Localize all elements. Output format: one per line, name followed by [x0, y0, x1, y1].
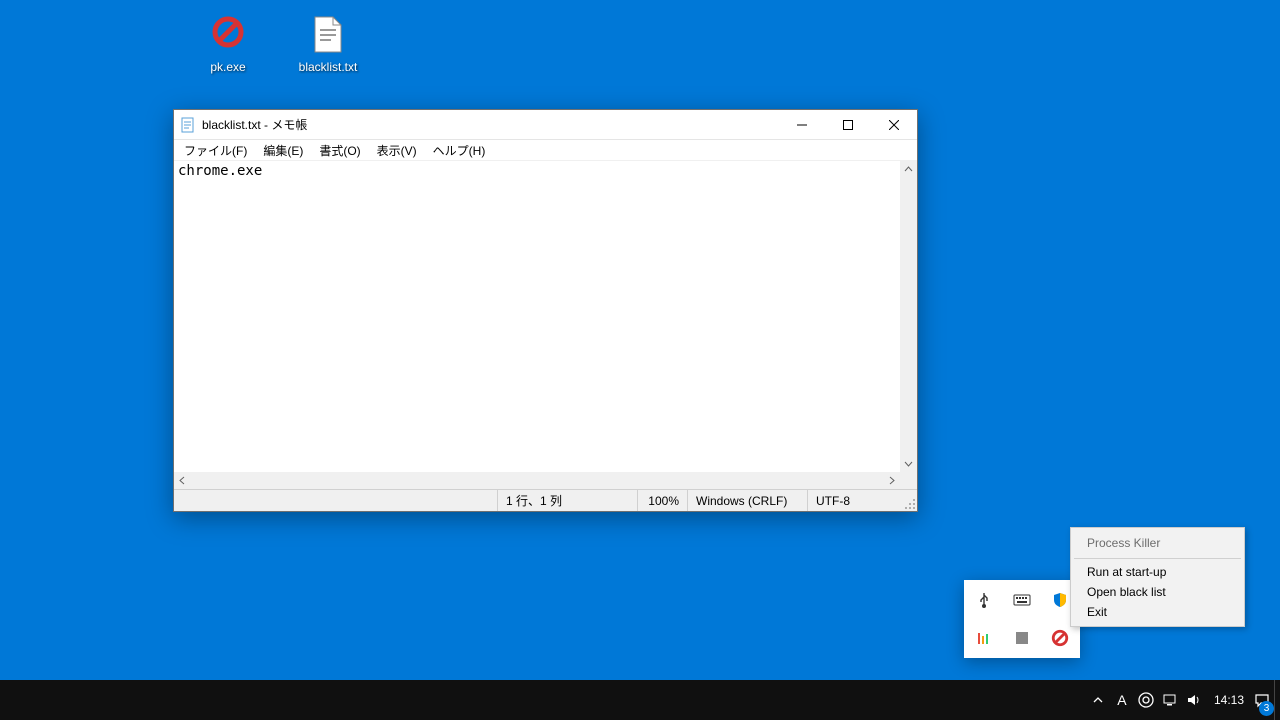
action-center-button[interactable]: 3 [1250, 680, 1274, 720]
context-menu-separator [1074, 558, 1241, 559]
vertical-scrollbar[interactable] [900, 161, 917, 472]
system-tray: A 14:13 3 [1086, 680, 1280, 720]
desktop-icon-pk-exe[interactable]: pk.exe [190, 16, 266, 74]
scroll-right-icon[interactable] [883, 472, 900, 489]
tray-network-icon[interactable] [1158, 680, 1182, 720]
resize-grip-icon[interactable] [904, 498, 916, 510]
chevron-up-icon [1093, 695, 1103, 705]
taskbar-clock[interactable]: 14:13 [1206, 693, 1250, 707]
titlebar[interactable]: blacklist.txt - メモ帳 [174, 110, 917, 140]
tray-usb-icon[interactable] [968, 584, 1000, 616]
notification-badge: 3 [1259, 701, 1274, 716]
horizontal-scrollbar[interactable] [174, 472, 917, 489]
tray-app2-icon[interactable] [1006, 622, 1038, 654]
close-button[interactable] [871, 110, 917, 140]
tray-keyboard-icon[interactable] [1006, 584, 1038, 616]
statusbar: 1 行、1 列 100% Windows (CRLF) UTF-8 [174, 489, 917, 511]
menu-edit[interactable]: 編集(E) [255, 140, 311, 160]
menubar: ファイル(F) 編集(E) 書式(O) 表示(V) ヘルプ(H) [174, 140, 917, 161]
context-menu-exit[interactable]: Exit [1073, 602, 1242, 622]
scroll-up-icon[interactable] [900, 161, 917, 178]
tray-overflow-popup [964, 580, 1080, 658]
status-position: 1 行、1 列 [497, 490, 637, 511]
status-zoom: 100% [637, 490, 687, 511]
desktop-icon-label: pk.exe [190, 60, 266, 74]
scroll-track[interactable] [900, 178, 917, 455]
maximize-button[interactable] [825, 110, 871, 140]
tray-context-menu: Process Killer Run at start-up Open blac… [1070, 527, 1245, 627]
tray-volume-icon[interactable] [1182, 680, 1206, 720]
tray-meet-now-icon[interactable] [1134, 680, 1158, 720]
show-desktop-button[interactable] [1274, 680, 1280, 720]
scroll-track[interactable] [191, 472, 883, 489]
taskbar: A 14:13 3 [0, 680, 1280, 720]
window-title: blacklist.txt - メモ帳 [202, 116, 779, 133]
status-line-ending: Windows (CRLF) [687, 490, 807, 511]
notepad-window: blacklist.txt - メモ帳 ファイル(F) 編集(E) 書式(O) … [173, 109, 918, 512]
editor-area [174, 161, 917, 472]
tray-ime-icon[interactable]: A [1110, 680, 1134, 720]
desktop-icon-label: blacklist.txt [290, 60, 366, 74]
minimize-button[interactable] [779, 110, 825, 140]
menu-format[interactable]: 書式(O) [311, 140, 368, 160]
notepad-icon [180, 117, 196, 133]
desktop-icon-blacklist-txt[interactable]: blacklist.txt [290, 16, 366, 74]
menu-help[interactable]: ヘルプ(H) [425, 140, 494, 160]
status-encoding: UTF-8 [807, 490, 917, 511]
context-menu-title: Process Killer [1073, 532, 1242, 556]
text-file-icon [312, 16, 344, 56]
scroll-down-icon[interactable] [900, 455, 917, 472]
text-editor[interactable] [174, 161, 900, 472]
tray-overflow-button[interactable] [1086, 680, 1110, 720]
prohibit-icon [212, 16, 244, 56]
scroll-left-icon[interactable] [174, 472, 191, 489]
context-menu-run-at-startup[interactable]: Run at start-up [1073, 562, 1242, 582]
menu-file[interactable]: ファイル(F) [176, 140, 255, 160]
menu-view[interactable]: 表示(V) [369, 140, 425, 160]
context-menu-open-blacklist[interactable]: Open black list [1073, 582, 1242, 602]
tray-app1-icon[interactable] [968, 622, 1000, 654]
